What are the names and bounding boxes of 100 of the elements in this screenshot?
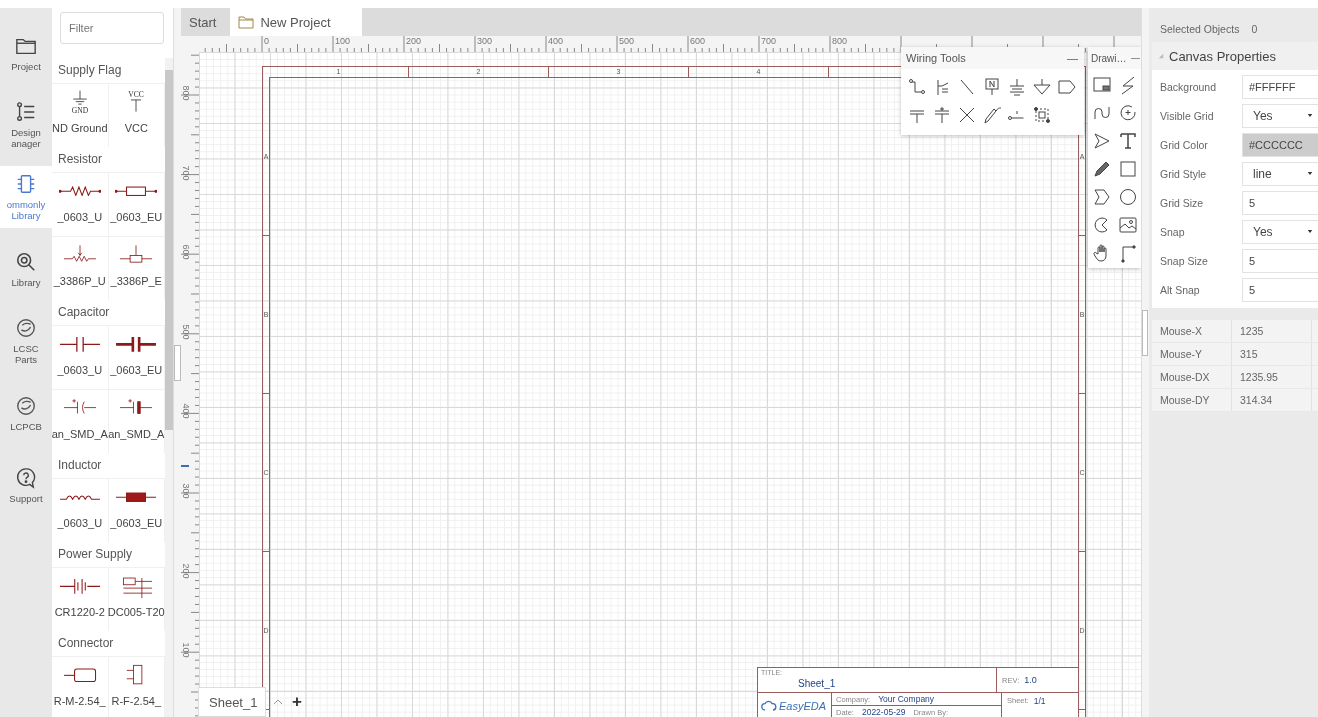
pencil-icon[interactable] — [1092, 159, 1112, 179]
text-tool-icon[interactable] — [1118, 131, 1138, 151]
property-label: Grid Size — [1159, 196, 1205, 209]
sidebar-item[interactable]: LCPCB — [0, 382, 52, 444]
library-part[interactable]: R-M-2.54_ — [52, 657, 109, 717]
property-field[interactable]: #FFFFFF — [1242, 74, 1318, 99]
color-field[interactable]: #CCCCCC — [1242, 132, 1318, 157]
frame-icon[interactable] — [1092, 75, 1112, 95]
company-value: Your Company — [878, 694, 935, 704]
help-icon — [15, 466, 37, 489]
table-cell: Mouse-Y — [1152, 343, 1232, 365]
filter-field[interactable]: Filter — [60, 12, 164, 44]
ground-icon[interactable] — [1007, 77, 1027, 97]
polyline-icon[interactable] — [1092, 131, 1112, 151]
scrollbar[interactable] — [165, 58, 173, 717]
net-port-icon[interactable] — [1057, 77, 1077, 97]
chevron-up-icon[interactable] — [272, 698, 284, 706]
scrollbar-thumb[interactable] — [165, 70, 173, 430]
sidebar-item[interactable]: Project — [0, 22, 52, 84]
panel-title: Wiring Tools — [906, 52, 966, 64]
image-icon[interactable] — [1118, 215, 1138, 235]
circle-logo-icon — [15, 394, 37, 417]
panel-title: Drawi… — [1091, 52, 1127, 64]
triangle-ground-icon[interactable] — [1032, 77, 1052, 97]
library-part[interactable]: DC005-T20 — [108, 568, 165, 631]
resistor-box-icon — [115, 185, 158, 197]
table-cell: 315 — [1232, 343, 1312, 365]
pin-header-icon — [62, 667, 97, 683]
group-icon[interactable] — [1032, 105, 1052, 125]
property-dropdown[interactable]: line — [1242, 161, 1318, 186]
sidebar-item[interactable]: Library — [0, 238, 52, 300]
date-value: 2022-05-29 — [861, 707, 906, 717]
cursor-marker — [181, 465, 189, 467]
property-label: Grid Color — [1159, 138, 1209, 151]
sheet-number: 1/1 — [1033, 696, 1046, 706]
property-dropdown[interactable]: Yes — [1242, 103, 1318, 128]
property-dropdown[interactable]: Yes — [1242, 219, 1318, 244]
power-flag-icon[interactable] — [932, 105, 952, 125]
minimize-button[interactable]: — — [1131, 53, 1140, 63]
no-connect-icon[interactable] — [957, 105, 977, 125]
library-part[interactable]: _0603_EU — [108, 173, 165, 236]
inductor-coil-icon — [58, 493, 101, 501]
property-field[interactable]: 5 — [1242, 190, 1318, 215]
property-label: Snap — [1159, 225, 1186, 238]
library-part[interactable]: an_SMD_A — [52, 390, 109, 453]
library-part[interactable]: _0603_EU — [108, 479, 165, 542]
property-field[interactable]: 5 — [1242, 277, 1318, 302]
folder-icon — [238, 15, 255, 29]
table-cell: Mouse-DY — [1152, 389, 1232, 411]
corner-line-icon[interactable] — [1118, 243, 1138, 263]
library-part[interactable]: _3386P_E — [108, 237, 165, 300]
sidebar-item[interactable]: LCSC Parts — [0, 310, 52, 372]
arc-icon[interactable] — [1118, 103, 1138, 123]
net-label-icon[interactable] — [982, 77, 1002, 97]
cloud-logo-icon — [761, 699, 777, 712]
search-icon — [15, 250, 37, 273]
property-label: Alt Snap — [1159, 283, 1201, 296]
collapse-handle[interactable] — [174, 344, 181, 381]
collapse-handle[interactable] — [1142, 309, 1148, 356]
inductor-block-icon — [115, 491, 158, 503]
section-title: Inductor — [57, 457, 103, 474]
rectangle-icon[interactable] — [1118, 159, 1138, 179]
capacitor-icon — [58, 335, 101, 353]
caret-icon — [1307, 171, 1313, 176]
property-label: Visible Grid — [1159, 109, 1215, 122]
section-title: Capacitor — [57, 304, 111, 321]
section-header[interactable]: Canvas Properties — [1152, 42, 1318, 70]
sidebar-item[interactable]: ommonly Library — [0, 166, 52, 228]
circle-logo-icon — [15, 317, 37, 339]
section-title: Connector — [57, 635, 115, 652]
sheet-tab[interactable]: Sheet_1 — [198, 687, 266, 717]
property-field[interactable]: 5 — [1242, 248, 1318, 273]
library-part[interactable]: _0603_EU — [108, 326, 165, 389]
sidebar-item[interactable]: Support — [0, 454, 52, 516]
sheet-title: Sheet_1 — [798, 678, 836, 689]
add-sheet-button[interactable]: + — [290, 692, 304, 712]
polygon-icon[interactable] — [1092, 187, 1112, 207]
caret-icon — [1307, 113, 1313, 118]
resistor-zigzag-icon — [58, 185, 101, 197]
table-cell: 1235 — [1232, 320, 1312, 342]
sidebar-item[interactable]: Design anager — [0, 94, 52, 156]
document-tab[interactable]: New Project — [230, 8, 363, 36]
capacitor-icon — [115, 335, 158, 353]
battery-icon — [58, 577, 101, 595]
circle-icon[interactable] — [1118, 187, 1138, 207]
wire-icon[interactable] — [907, 77, 927, 97]
property-label: Background — [1159, 80, 1218, 93]
triangle-icon — [1158, 53, 1164, 59]
section-title: Resistor — [57, 151, 103, 168]
library-part[interactable]: _3386P_U — [52, 237, 109, 300]
library-part[interactable]: CR1220-2 — [52, 568, 109, 631]
rev-value: 1.0 — [1024, 675, 1037, 685]
selected-objects-count: 0 — [1251, 23, 1258, 35]
minimize-button[interactable]: — — [1065, 52, 1080, 64]
section-title: Supply Flag — [57, 62, 123, 79]
probe-icon[interactable] — [982, 105, 1002, 125]
library-part[interactable]: an_SMD_A — [108, 390, 165, 453]
library-part[interactable]: GND ND Ground — [52, 84, 109, 147]
section-title: Power Supply — [57, 546, 134, 563]
document-tab[interactable]: Start — [181, 8, 231, 36]
